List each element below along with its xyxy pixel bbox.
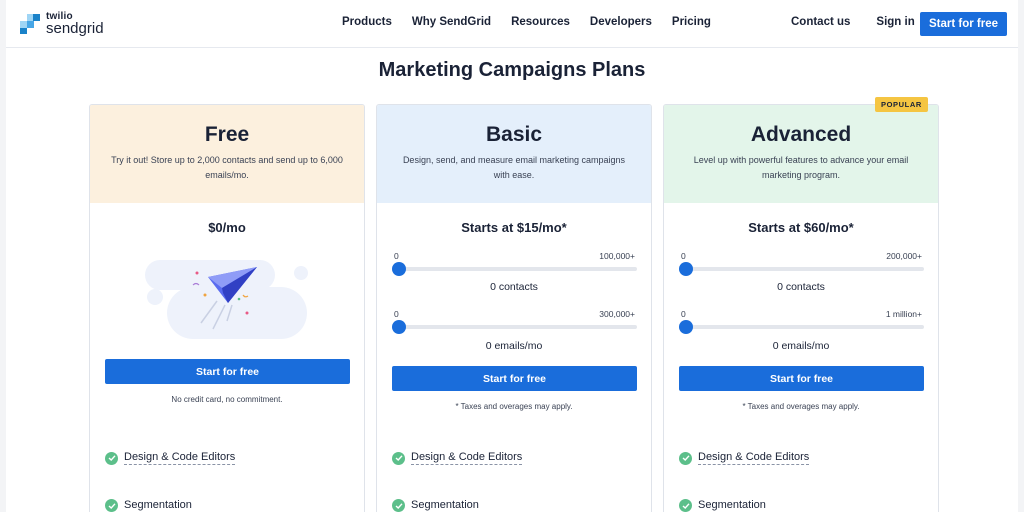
plan-price: $0/mo xyxy=(208,220,246,235)
page: twilio sendgrid Products Why SendGrid Re… xyxy=(6,0,1018,512)
nav-link-resources[interactable]: Resources xyxy=(511,16,570,28)
advanced-start-button[interactable]: Start for free xyxy=(679,366,924,391)
slider-max-label: 100,000+ xyxy=(599,251,635,261)
plan-price: Starts at $60/mo* xyxy=(748,220,854,235)
top-nav: twilio sendgrid Products Why SendGrid Re… xyxy=(6,0,1018,48)
popular-badge: POPULAR xyxy=(875,97,928,112)
plan-description: Try it out! Store up to 2,000 contacts a… xyxy=(111,155,343,180)
basic-start-button[interactable]: Start for free xyxy=(392,366,637,391)
twilio-sendgrid-logo[interactable]: twilio sendgrid xyxy=(20,12,104,36)
plan-note: * Taxes and overages may apply. xyxy=(742,402,860,411)
slider-handle[interactable] xyxy=(679,320,693,334)
logo-text-sendgrid: sendgrid xyxy=(46,20,104,37)
plan-name: Basic xyxy=(485,123,543,146)
contacts-slider[interactable]: 0 200,000+ xyxy=(679,251,924,281)
slider-handle[interactable] xyxy=(392,262,406,276)
emails-value: 0 emails/mo xyxy=(485,340,543,352)
nav-link-why-sendgrid[interactable]: Why SendGrid xyxy=(412,16,491,28)
nav-link-developers[interactable]: Developers xyxy=(590,16,652,28)
plan-header-free: Free Try it out! Store up to 2,000 conta… xyxy=(90,105,364,203)
plan-header-advanced: Advanced Level up with powerful features… xyxy=(664,105,938,203)
nav-right: Contact us Sign in xyxy=(791,16,931,28)
feature-item: Design & Code Editors xyxy=(679,451,810,465)
slider-track[interactable] xyxy=(686,325,924,329)
plan-card-basic: Basic Design, send, and measure email ma… xyxy=(376,104,652,512)
main-nav-links: Products Why SendGrid Resources Develope… xyxy=(342,16,731,28)
feature-item: Segmentation xyxy=(392,499,479,512)
plan-card-free: Free Try it out! Store up to 2,000 conta… xyxy=(89,104,365,512)
plan-note: No credit card, no commitment. xyxy=(171,395,283,404)
slider-track[interactable] xyxy=(399,325,637,329)
check-icon xyxy=(392,451,405,465)
slider-max-label: 300,000+ xyxy=(599,309,635,319)
contact-us-link[interactable]: Contact us xyxy=(791,16,850,28)
plan-note: * Taxes and overages may apply. xyxy=(455,402,573,411)
plan-price: Starts at $15/mo* xyxy=(461,220,567,235)
page-title: Marketing Campaigns Plans xyxy=(378,59,646,81)
slider-max-label: 1 million+ xyxy=(885,309,922,319)
emails-slider[interactable]: 0 300,000+ xyxy=(392,309,637,339)
slider-track[interactable] xyxy=(686,267,924,271)
nav-link-products[interactable]: Products xyxy=(342,16,392,28)
nav-link-pricing[interactable]: Pricing xyxy=(672,16,711,28)
feature-link-design-code-editors[interactable]: Design & Code Editors xyxy=(698,451,810,465)
feature-link-design-code-editors[interactable]: Design & Code Editors xyxy=(124,451,236,465)
free-start-button[interactable]: Start for free xyxy=(105,359,350,384)
contacts-slider[interactable]: 0 100,000+ xyxy=(392,251,637,281)
slider-min-label: 0 xyxy=(394,251,399,261)
plan-card-advanced: Advanced Level up with powerful features… xyxy=(663,104,939,512)
sendgrid-logo-icon xyxy=(20,14,40,34)
feature-label-segmentation[interactable]: Segmentation xyxy=(411,499,479,512)
feature-item: Design & Code Editors xyxy=(392,451,523,465)
emails-value: 0 emails/mo xyxy=(772,340,830,352)
plan-name: Free xyxy=(204,123,250,146)
check-icon xyxy=(679,499,692,512)
sign-in-link[interactable]: Sign in xyxy=(876,16,914,28)
feature-link-design-code-editors[interactable]: Design & Code Editors xyxy=(411,451,523,465)
slider-track[interactable] xyxy=(399,267,637,271)
check-icon xyxy=(392,499,405,512)
slider-max-label: 200,000+ xyxy=(886,251,922,261)
contacts-value: 0 contacts xyxy=(490,281,538,293)
slider-handle[interactable] xyxy=(392,320,406,334)
check-icon xyxy=(105,451,118,465)
plan-header-basic: Basic Design, send, and measure email ma… xyxy=(377,105,651,203)
feature-item: Segmentation xyxy=(105,499,192,512)
plan-name: Advanced xyxy=(750,123,852,146)
contacts-value: 0 contacts xyxy=(777,281,825,293)
paper-plane-illustration xyxy=(145,260,308,339)
check-icon xyxy=(679,451,692,465)
feature-item: Design & Code Editors xyxy=(105,451,236,465)
plan-description: Level up with powerful features to advan… xyxy=(693,155,909,180)
plan-description: Design, send, and measure email marketin… xyxy=(402,155,626,180)
feature-item: Segmentation xyxy=(679,499,766,512)
slider-min-label: 0 xyxy=(681,309,686,319)
slider-min-label: 0 xyxy=(681,251,686,261)
nav-start-free-button[interactable]: Start for free xyxy=(920,12,1007,36)
feature-label-segmentation[interactable]: Segmentation xyxy=(124,499,192,512)
slider-min-label: 0 xyxy=(394,309,399,319)
emails-slider[interactable]: 0 1 million+ xyxy=(679,309,924,339)
check-icon xyxy=(105,499,118,512)
slider-handle[interactable] xyxy=(679,262,693,276)
feature-label-segmentation[interactable]: Segmentation xyxy=(698,499,766,512)
